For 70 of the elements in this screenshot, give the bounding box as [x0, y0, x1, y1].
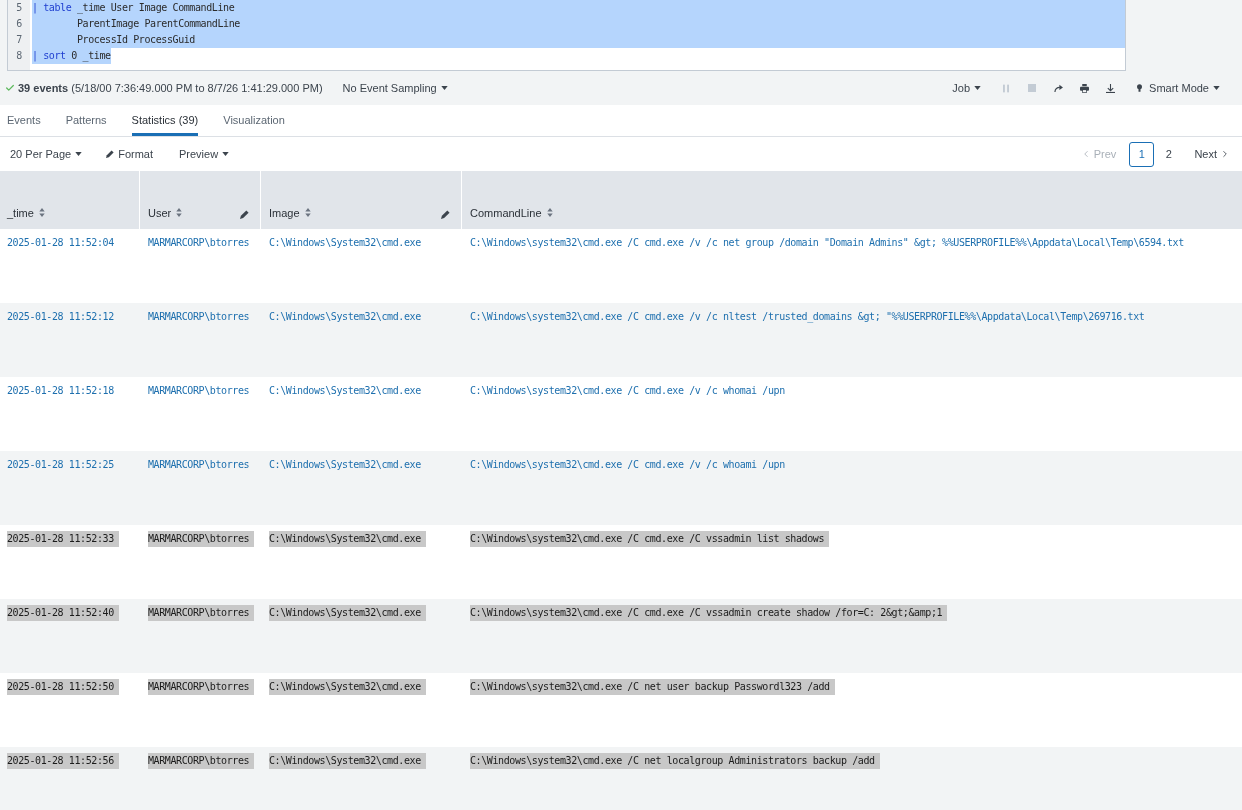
line-number: 8	[15, 49, 23, 63]
table-cell[interactable]: C:\Windows\System32\cmd.exe	[269, 753, 426, 769]
table-cell[interactable]: C:\Windows\System32\cmd.exe	[269, 457, 421, 473]
table-cell[interactable]: MARMARCORP\btorres	[148, 383, 250, 399]
sort-icon	[38, 208, 45, 218]
caret-icon	[222, 152, 230, 156]
table-cell[interactable]: C:\Windows\system32\cmd.exe /C cmd.exe /C vssadmin list shadows	[470, 531, 830, 547]
table-cell[interactable]: MARMARCORP\btorres	[148, 309, 250, 325]
table-cell[interactable]: C:\Windows\system32\cmd.exe /C cmd.exe /v /c whoami /upn	[470, 457, 785, 473]
format-button[interactable]: Format	[106, 145, 153, 163]
preview-dropdown[interactable]: Preview	[179, 145, 230, 163]
table-cell[interactable]: C:\Windows\System32\cmd.exe	[269, 383, 421, 399]
caret-icon	[75, 152, 83, 156]
search-mode-dropdown[interactable]: Smart Mode	[1137, 79, 1220, 97]
table-cell[interactable]: C:\Windows\system32\cmd.exe /C cmd.exe /v /c net group /domain "Domain Admins" &gt; %%USERPROFILE%%\Appdata\Local\Temp\6594.txt	[470, 235, 1184, 251]
table-cell[interactable]: 2025-01-28 11:52:56	[7, 753, 119, 769]
sampling-dropdown[interactable]: No Event Sampling	[342, 79, 448, 97]
table-cell[interactable]: C:\Windows\system32\cmd.exe /C cmd.exe /C vssadmin create shadow /for=C: 2&gt;&amp;1	[470, 605, 948, 621]
table-cell[interactable]: MARMARCORP\btorres	[148, 679, 255, 695]
column-header[interactable]: _time	[0, 171, 139, 229]
table-cell[interactable]: MARMARCORP\btorres	[148, 457, 250, 473]
table-cell[interactable]: C:\Windows\System32\cmd.exe	[269, 605, 426, 621]
table-cell[interactable]: 2025-01-28 11:52:40	[7, 605, 119, 621]
table-cell[interactable]: MARMARCORP\btorres	[148, 531, 255, 547]
results-tab[interactable]: Patterns	[65, 105, 107, 136]
caret-icon	[1213, 86, 1220, 90]
table-cell[interactable]: C:\Windows\System32\cmd.exe	[269, 531, 426, 547]
table-cell[interactable]: 2025-01-28 11:52:04	[7, 235, 114, 251]
sort-icon	[304, 208, 311, 218]
caret-icon	[440, 86, 448, 90]
results-tab[interactable]: Statistics (39)	[131, 105, 199, 136]
table-cell[interactable]: 2025-01-28 11:52:25	[7, 457, 114, 473]
sort-icon	[546, 208, 553, 218]
caret-icon	[974, 86, 982, 90]
page-button[interactable]: 2	[1156, 141, 1182, 167]
line-number: 5	[15, 1, 23, 15]
check-icon	[5, 83, 15, 93]
table-cell[interactable]: C:\Windows\system32\cmd.exe /C net user backup Passwordl323 /add	[470, 679, 835, 695]
table-cell[interactable]: MARMARCORP\btorres	[148, 753, 255, 769]
lightbulb-icon	[1137, 84, 1143, 92]
sort-icon	[176, 208, 183, 218]
page-button[interactable]: 1	[1129, 141, 1155, 167]
pencil-icon[interactable]	[441, 210, 450, 219]
line-number: 7	[15, 33, 23, 47]
table-cell[interactable]: 2025-01-28 11:52:50	[7, 679, 119, 695]
chevron-right-icon	[1220, 149, 1230, 159]
next-page-button[interactable]: Next	[1194, 145, 1230, 163]
table-cell[interactable]: MARMARCORP\btorres	[148, 605, 255, 621]
table-cell[interactable]: 2025-01-28 11:52:12	[7, 309, 114, 325]
table-cell[interactable]: C:\Windows\System32\cmd.exe	[269, 309, 421, 325]
table-cell[interactable]: C:\Windows\system32\cmd.exe /C cmd.exe /v /c whomai /upn	[470, 383, 785, 399]
column-header[interactable]: Image	[261, 171, 461, 229]
table-cell[interactable]: C:\Windows\system32\cmd.exe /C cmd.exe /v /c nltest /trusted_domains &gt; "%%USERPROFILE%%\Appdata\Local\Temp\269716.txt	[470, 309, 1145, 325]
table-cell[interactable]: C:\Windows\System32\cmd.exe	[269, 235, 421, 251]
table-cell[interactable]: 2025-01-28 11:52:18	[7, 383, 114, 399]
table-cell[interactable]: MARMARCORP\btorres	[148, 235, 250, 251]
table-cell[interactable]: C:\Windows\System32\cmd.exe	[269, 679, 426, 695]
results-tab[interactable]: Events	[7, 105, 41, 136]
per-page-dropdown[interactable]: 20 Per Page	[10, 145, 83, 163]
pencil-icon[interactable]	[240, 210, 249, 219]
event-count-summary: 39 events (5/18/00 7:36:49.000 PM to 8/7/26 1:41:29.000 PM)	[18, 80, 323, 96]
table-cell[interactable]: C:\Windows\system32\cmd.exe /C net localgroup Administrators backup /add	[470, 753, 880, 769]
pencil-icon[interactable]	[106, 150, 115, 158]
column-header[interactable]: CommandLine	[462, 171, 1242, 229]
table-cell[interactable]: 2025-01-28 11:52:33	[7, 531, 119, 547]
results-tab[interactable]: Visualization	[223, 105, 285, 136]
column-header[interactable]: User	[140, 171, 260, 229]
job-menu[interactable]: Job	[952, 79, 982, 97]
line-number: 6	[15, 17, 23, 31]
search-editor[interactable]: 5 6 7 8 | table _time User Image CommandLine ParentImage ParentCommandLine ProcessId ProcessGuid | sort 0 _time	[7, 0, 1126, 71]
